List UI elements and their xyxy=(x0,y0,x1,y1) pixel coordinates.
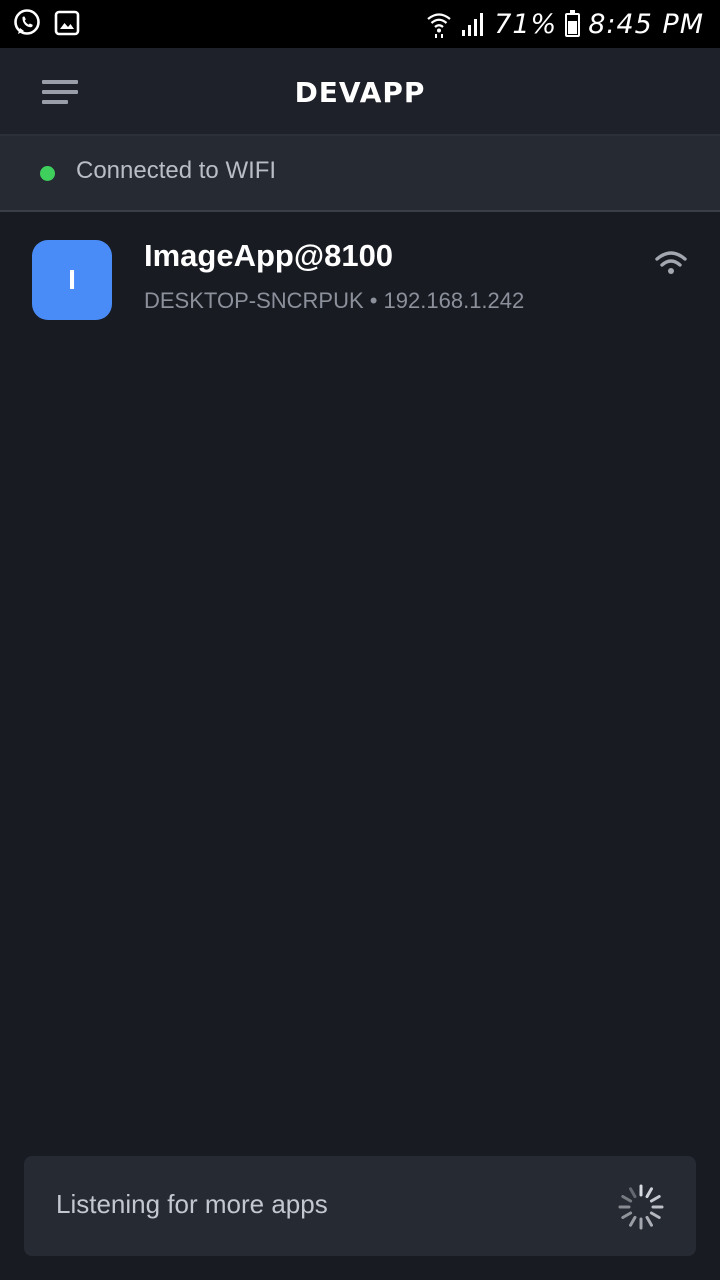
whatsapp-icon xyxy=(14,9,40,35)
battery-fill xyxy=(568,21,578,34)
app-avatar: I xyxy=(32,240,112,320)
connection-status-text: Connected to WIFI xyxy=(76,157,277,184)
battery-percentage: 71% xyxy=(494,8,558,40)
status-left-icons xyxy=(12,8,80,38)
app-name: ImageApp@8100 xyxy=(144,238,394,273)
battery-icon xyxy=(565,10,581,37)
gallery-icon xyxy=(54,10,80,36)
screen: 71% 8:45 PM DEVAPP Connected to WIFI I I… xyxy=(0,0,720,1280)
signal-icon xyxy=(462,13,484,36)
spinner-icon xyxy=(618,1184,664,1230)
clock: 8:45 PM xyxy=(588,8,704,40)
status-bar: 71% 8:45 PM xyxy=(0,0,720,48)
listening-card: Listening for more apps xyxy=(24,1156,696,1256)
app-host-address: DESKTOP-SNCRPUK • 192.168.1.242 xyxy=(144,288,525,313)
wifi-icon xyxy=(427,13,451,38)
status-right-icons: 71% 8:45 PM xyxy=(426,6,704,42)
connection-status-dot xyxy=(40,166,55,181)
app-list-item[interactable]: I ImageApp@8100 DESKTOP-SNCRPUK • 192.16… xyxy=(0,212,720,340)
app-title: DEVAPP xyxy=(294,76,426,109)
listening-text: Listening for more apps xyxy=(56,1189,328,1219)
connection-banner: Connected to WIFI xyxy=(0,136,720,212)
wifi-icon xyxy=(655,251,687,274)
app-bar: DEVAPP xyxy=(0,48,720,136)
